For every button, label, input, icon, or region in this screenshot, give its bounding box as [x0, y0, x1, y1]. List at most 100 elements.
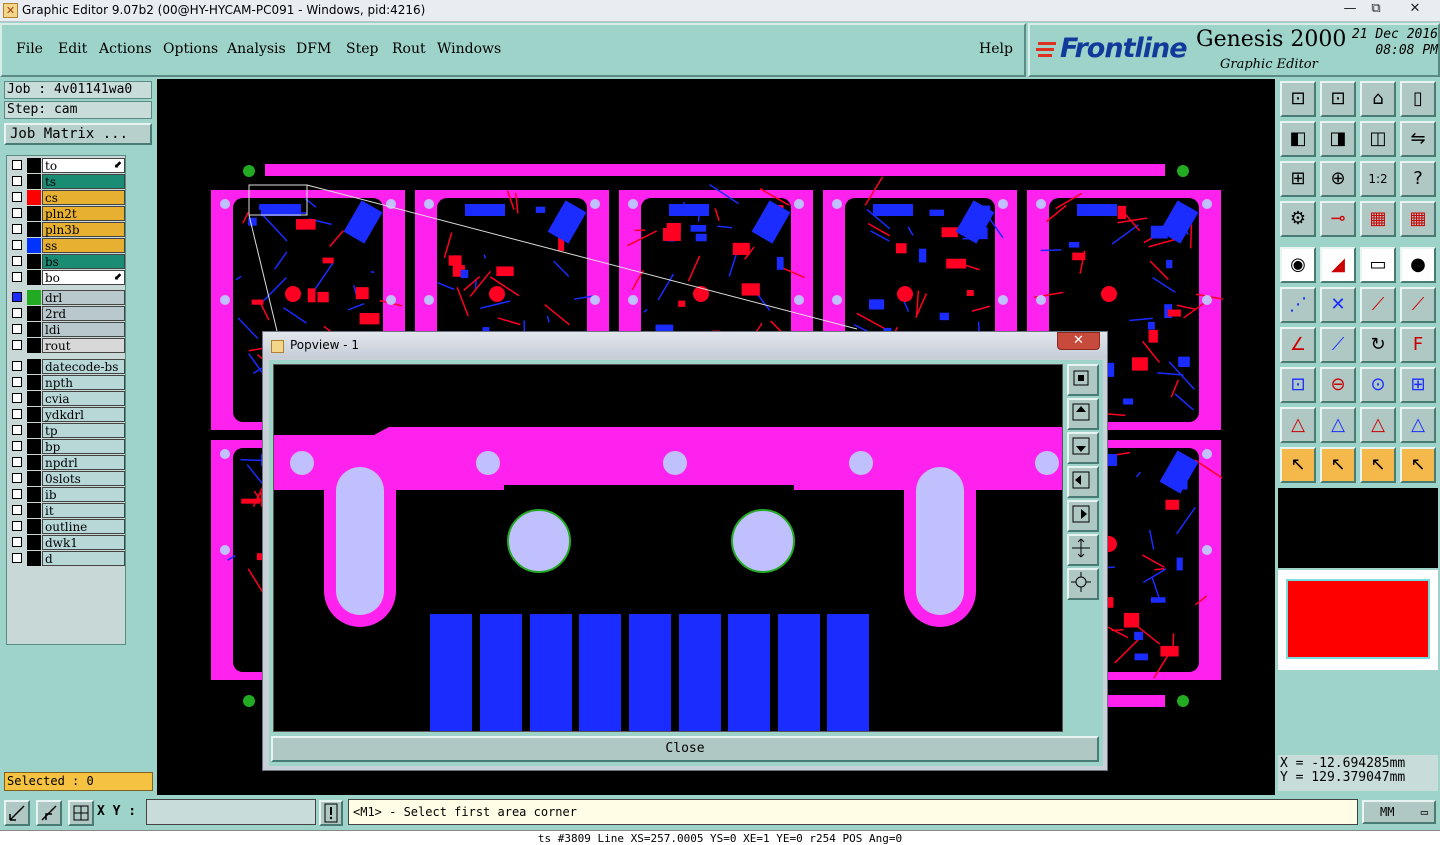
- layer-name[interactable]: npth: [42, 375, 125, 390]
- menu-windows[interactable]: Windows: [437, 41, 501, 57]
- line-add-button[interactable]: ⟋: [1360, 287, 1396, 323]
- menu-dfm[interactable]: DFM: [296, 41, 331, 57]
- popview-pan-right-button[interactable]: [1067, 500, 1099, 532]
- layer-checkbox[interactable]: [12, 553, 22, 563]
- layer-name[interactable]: ib: [42, 487, 125, 502]
- menu-actions[interactable]: Actions: [99, 41, 152, 57]
- layer-row-datecode-bs[interactable]: datecode-bs: [9, 359, 125, 374]
- rotate-tool-button[interactable]: ↻: [1360, 327, 1396, 363]
- layer-checkbox[interactable]: [12, 537, 22, 547]
- layer-row-npth[interactable]: npth: [9, 375, 125, 390]
- maximize-button[interactable]: ⧉: [1362, 0, 1390, 20]
- layer-name[interactable]: bp: [42, 439, 125, 454]
- layer-row-2rd[interactable]: 2rd: [9, 306, 125, 321]
- layer-row-cvia[interactable]: cvia: [9, 391, 125, 406]
- layer-row-d[interactable]: d: [9, 551, 125, 566]
- popview-pan-left-button[interactable]: [1067, 466, 1099, 498]
- popview-pan-down-button[interactable]: [1067, 432, 1099, 464]
- help-button[interactable]: ?: [1400, 161, 1436, 197]
- layer-checkbox[interactable]: [12, 489, 22, 499]
- layer-row-ts[interactable]: ts: [9, 174, 125, 189]
- layer-name[interactable]: cs: [42, 190, 125, 205]
- menu-help[interactable]: Help: [979, 41, 1013, 57]
- layer-row-pln3b[interactable]: pln3b: [9, 222, 125, 237]
- menu-analysis[interactable]: Analysis: [227, 41, 286, 57]
- triangle-3-button[interactable]: △: [1360, 407, 1396, 443]
- job-field[interactable]: Job : 4v01141wa0: [4, 81, 152, 99]
- zoom-all-button[interactable]: ⊕: [1320, 161, 1356, 197]
- layer-checkbox[interactable]: [12, 272, 22, 282]
- popview-canvas[interactable]: [273, 364, 1063, 732]
- grid-button[interactable]: [68, 800, 94, 826]
- layer-checkbox[interactable]: [12, 505, 22, 515]
- group-shapes-button[interactable]: ⊞: [1400, 367, 1436, 403]
- measure-tool-button[interactable]: ⊸: [1320, 201, 1356, 237]
- alert-button[interactable]: [319, 800, 343, 826]
- layer-checkbox[interactable]: [12, 521, 22, 531]
- menu-step[interactable]: Step: [346, 41, 378, 57]
- angle-tool-button[interactable]: ∠: [1280, 327, 1316, 363]
- layer-name[interactable]: tp: [42, 423, 125, 438]
- close-window-button[interactable]: ✕: [1400, 0, 1430, 20]
- layer-name[interactable]: cvia: [42, 391, 125, 406]
- layer-checkbox[interactable]: [12, 240, 22, 250]
- layer-checkbox[interactable]: [12, 160, 22, 170]
- layer-checkbox[interactable]: [12, 457, 22, 467]
- cross-cut-button[interactable]: ✕: [1320, 287, 1356, 323]
- job-matrix-button[interactable]: Job Matrix ...: [4, 123, 152, 145]
- layer-row-npdrl[interactable]: npdrl: [9, 455, 125, 470]
- point-button[interactable]: ●: [1400, 247, 1436, 283]
- triangle-1-button[interactable]: △: [1280, 407, 1316, 443]
- layer-name[interactable]: ldi: [42, 322, 125, 337]
- layer-row-cs[interactable]: cs: [9, 190, 125, 205]
- layer-checkbox[interactable]: [12, 409, 22, 419]
- center-snap-button[interactable]: ⊙: [1360, 367, 1396, 403]
- snap-settings-button[interactable]: ⚙: [1280, 201, 1316, 237]
- layer-row-it[interactable]: it: [9, 503, 125, 518]
- layer-name[interactable]: to ⬋: [42, 158, 125, 173]
- minimize-button[interactable]: —: [1336, 0, 1364, 20]
- layer-row-outline[interactable]: outline: [9, 519, 125, 534]
- layer-row-to[interactable]: to ⬋: [9, 158, 125, 173]
- layer-name[interactable]: it: [42, 503, 125, 518]
- layer-checkbox[interactable]: [12, 256, 22, 266]
- popview-zoom-in-button[interactable]: [1067, 534, 1099, 566]
- view-bottom-button[interactable]: ⊡: [1320, 81, 1356, 117]
- copy-features-button[interactable]: ⊡: [1280, 367, 1316, 403]
- layer-name[interactable]: 0slots: [42, 471, 125, 486]
- layer-checkbox[interactable]: [12, 425, 22, 435]
- view-home-button[interactable]: ⌂: [1360, 81, 1396, 117]
- popview-close-button[interactable]: Close: [271, 736, 1099, 762]
- layer-name[interactable]: rout: [42, 338, 125, 353]
- select-pad-button[interactable]: ◉: [1280, 247, 1316, 283]
- layer-name[interactable]: 2rd: [42, 306, 125, 321]
- xy-input[interactable]: [146, 799, 316, 825]
- select-box-button[interactable]: ↖: [1320, 447, 1356, 483]
- color-picker-button[interactable]: ◢: [1320, 247, 1356, 283]
- layer-name[interactable]: ss: [42, 238, 125, 253]
- layer-compare-red-button[interactable]: ▦: [1400, 201, 1436, 237]
- popview-pan-up-button[interactable]: [1067, 398, 1099, 430]
- layer-checkbox[interactable]: [12, 473, 22, 483]
- layer-row-dwk1[interactable]: dwk1: [9, 535, 125, 550]
- view-top-button[interactable]: ⊡: [1280, 81, 1316, 117]
- popview-zoom-fit-button[interactable]: [1067, 364, 1099, 396]
- layer-checkbox[interactable]: [12, 308, 22, 318]
- layer-checkbox[interactable]: [12, 208, 22, 218]
- layer-name[interactable]: bs: [42, 254, 125, 269]
- measure-button[interactable]: [36, 800, 62, 826]
- layer-name[interactable]: pln3b: [42, 222, 125, 237]
- select-lasso-button[interactable]: ↖: [1360, 447, 1396, 483]
- layer-row-bs[interactable]: bs: [9, 254, 125, 269]
- triangle-4-button[interactable]: △: [1400, 407, 1436, 443]
- layer-name[interactable]: npdrl: [42, 455, 125, 470]
- connect-nodes-button[interactable]: ⋰: [1280, 287, 1316, 323]
- zoom-ratio-button[interactable]: 1:2: [1360, 161, 1396, 197]
- popview-zoom-out-button[interactable]: [1067, 568, 1099, 600]
- view-swap-button[interactable]: ⇋: [1400, 121, 1436, 157]
- layer-row-ss[interactable]: ss: [9, 238, 125, 253]
- popview-titlebar[interactable]: Popview - 1 ✕: [263, 332, 1107, 358]
- layer-checkbox[interactable]: [12, 192, 22, 202]
- layer-name[interactable]: datecode-bs: [42, 359, 125, 374]
- layer-row-ib[interactable]: ib: [9, 487, 125, 502]
